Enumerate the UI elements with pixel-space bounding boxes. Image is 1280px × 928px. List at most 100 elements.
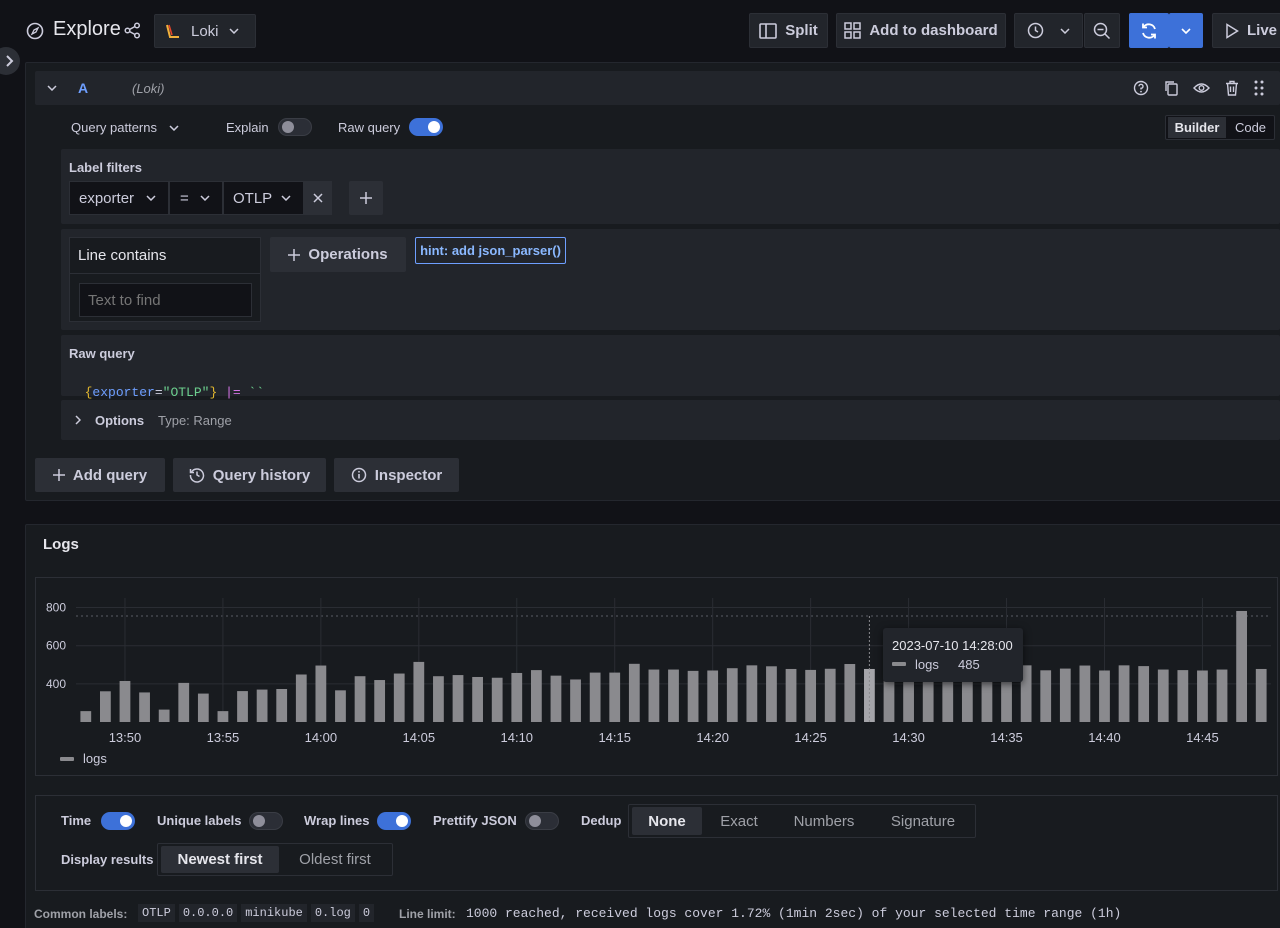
bar — [178, 682, 190, 722]
zoom-out-button[interactable] — [1084, 13, 1120, 48]
dedup-option-exact[interactable]: Exact — [704, 807, 774, 835]
bar — [1157, 669, 1169, 722]
hint-json-parser-button[interactable]: hint: add json_parser() — [415, 237, 566, 264]
common-label-chip: 0.0.0.0 — [178, 904, 238, 922]
add-to-dashboard-button[interactable]: Add to dashboard — [836, 13, 1006, 48]
split-button[interactable]: Split — [749, 13, 828, 48]
bar — [550, 675, 562, 722]
code-mode-button[interactable]: Code — [1228, 117, 1273, 138]
wrap-lines-toggle[interactable] — [377, 812, 411, 830]
line-limit-label: Line limit: — [399, 907, 456, 921]
bar — [1255, 668, 1267, 722]
query-patterns-dropdown[interactable]: Query patterns — [71, 120, 179, 135]
bar — [256, 689, 268, 722]
raw-query-toggle-label: Raw query — [338, 120, 401, 135]
refresh-interval-button[interactable] — [1169, 13, 1203, 48]
label-value-select[interactable]: OTLP — [223, 181, 304, 215]
bar — [276, 688, 288, 722]
y-tick-label: 400 — [46, 677, 66, 691]
display-results-label: Display results — [61, 852, 154, 867]
plus-icon — [360, 192, 372, 204]
loki-logo-icon — [165, 23, 181, 39]
raw-query-toggle[interactable] — [409, 118, 443, 136]
raw-label-value: "OTLP" — [162, 385, 210, 400]
collapse-query-icon[interactable] — [47, 85, 57, 91]
chart-legend[interactable]: logs — [60, 751, 107, 766]
x-tick-label: 14:35 — [990, 730, 1023, 745]
remove-filter-button[interactable] — [304, 181, 332, 215]
wrap-lines-label: Wrap lines — [304, 813, 370, 828]
add-query-button[interactable]: Add query — [35, 458, 165, 492]
raw-query-title: Raw query — [69, 346, 135, 361]
eye-icon[interactable] — [1193, 81, 1210, 95]
bar — [824, 668, 836, 722]
common-label-chip: 0.log — [310, 904, 355, 922]
query-datasource-name: (Loki) — [132, 81, 165, 96]
trash-icon[interactable] — [1225, 80, 1239, 96]
bar — [237, 691, 248, 722]
raw-brace-close: } — [209, 385, 218, 400]
bar — [393, 673, 405, 722]
options-section[interactable] — [61, 400, 1280, 440]
bar — [687, 670, 699, 722]
info-icon — [351, 467, 367, 483]
builder-mode-button[interactable]: Builder — [1168, 117, 1226, 138]
inspector-label: Inspector — [374, 466, 443, 484]
query-ref-id[interactable]: A — [78, 80, 88, 96]
order-option-newest[interactable]: Newest first — [161, 846, 279, 873]
operations-button[interactable]: Operations — [270, 237, 406, 272]
bar — [726, 668, 738, 722]
label-operator-select[interactable]: = — [169, 181, 223, 215]
bar — [158, 709, 170, 722]
bar — [648, 669, 660, 722]
label-key-value: exporter — [79, 189, 135, 207]
chevron-down-icon — [281, 195, 291, 201]
raw-label-key: exporter — [92, 385, 155, 400]
bar — [452, 675, 464, 722]
bar — [139, 692, 150, 722]
page-title: Explore — [53, 18, 121, 40]
bar — [1216, 669, 1228, 722]
live-label: Live — [1247, 22, 1278, 39]
sidebar-expand-button[interactable] — [0, 47, 20, 75]
time-toggle[interactable] — [101, 812, 135, 830]
x-tick-label: 13:55 — [207, 730, 240, 745]
dedup-option-none[interactable]: None — [632, 807, 702, 835]
share-icon[interactable] — [124, 22, 141, 39]
x-tick-label: 14:05 — [403, 730, 436, 745]
time-picker-button[interactable] — [1014, 13, 1083, 48]
prettify-json-toggle[interactable] — [525, 812, 559, 830]
raw-ticks: `` — [248, 385, 265, 400]
bar — [491, 677, 503, 722]
bar — [295, 674, 307, 722]
refresh-button[interactable] — [1129, 13, 1169, 48]
bar — [1118, 665, 1130, 722]
inspector-button[interactable]: Inspector — [334, 458, 459, 492]
dedup-option-signature[interactable]: Signature — [872, 807, 974, 835]
bar-chart: 400 600 800 13:50 13:55 14:00 14:05 14:10 14:15 1… — [46, 598, 1271, 745]
bar — [1099, 670, 1110, 722]
order-option-oldest[interactable]: Oldest first — [281, 846, 389, 873]
line-contains-input[interactable] — [79, 283, 252, 317]
add-filter-button[interactable] — [349, 181, 383, 215]
common-label-chip: 0 — [358, 904, 375, 922]
query-history-button[interactable]: Query history — [173, 458, 326, 492]
bar — [530, 670, 542, 722]
help-icon[interactable] — [1133, 80, 1149, 96]
bar — [99, 691, 111, 722]
live-button[interactable]: Live — [1212, 13, 1280, 48]
bar — [570, 679, 581, 722]
options-label[interactable]: Options — [95, 413, 144, 428]
query-patterns-label: Query patterns — [71, 120, 157, 135]
bar — [433, 676, 444, 722]
play-icon — [1225, 22, 1239, 39]
unique-labels-toggle[interactable] — [249, 812, 283, 830]
datasource-picker[interactable]: Loki — [154, 14, 256, 48]
drag-handle-icon[interactable] — [1254, 80, 1264, 96]
dedup-option-numbers[interactable]: Numbers — [778, 807, 870, 835]
explain-toggle[interactable] — [278, 118, 312, 136]
bar — [785, 668, 797, 722]
label-key-select[interactable]: exporter — [69, 181, 169, 215]
copy-icon[interactable] — [1164, 80, 1179, 96]
dedup-label: Dedup — [581, 813, 622, 828]
